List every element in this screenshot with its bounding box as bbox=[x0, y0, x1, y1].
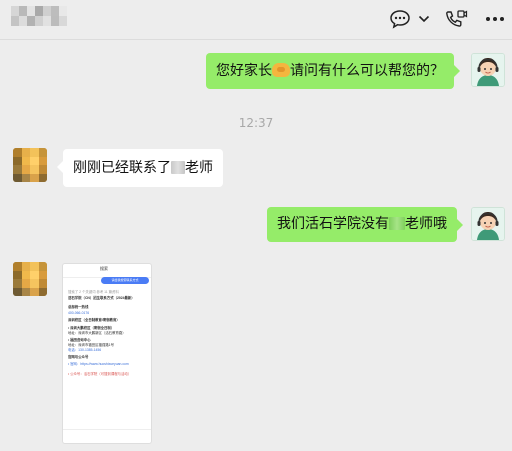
avatar-pixel bbox=[21, 262, 30, 271]
chevron-down-icon[interactable] bbox=[417, 8, 431, 30]
mosaic-cell bbox=[19, 6, 27, 16]
message-text: 老师哦 bbox=[405, 216, 447, 232]
mosaic-cell bbox=[27, 16, 35, 26]
image-text-line: • 官网：https://www.huoshixueyuan.com bbox=[68, 362, 129, 366]
image-text-line: • 福田咨询中心 bbox=[68, 338, 91, 342]
avatar-pixel bbox=[38, 279, 47, 288]
image-text-line: 活石学院（CN）招生联系方式（2024最新） bbox=[68, 296, 135, 300]
avatar-pixel bbox=[38, 148, 47, 157]
avatar-pixel bbox=[21, 173, 30, 182]
image-text-line: 地址：深圳市大鹏新区（活石教育路） bbox=[68, 331, 126, 335]
avatar-pixel bbox=[13, 173, 22, 182]
avatar-pixel bbox=[30, 148, 39, 157]
avatar-pixel bbox=[13, 165, 22, 174]
redacted-name bbox=[171, 161, 185, 174]
avatar-pixel bbox=[30, 279, 39, 288]
image-query-pill: 请给我搜索联系方式 bbox=[101, 277, 149, 284]
avatar-pixel bbox=[13, 279, 22, 288]
message-text: 刚刚已经联系了 bbox=[73, 160, 171, 176]
redacted-name bbox=[389, 217, 405, 230]
mosaic-cell bbox=[35, 6, 43, 16]
message-text: 我们活石学院没有 bbox=[277, 216, 389, 232]
image-text-line: 400-066-0176 bbox=[68, 311, 90, 315]
image-footer bbox=[63, 429, 151, 443]
avatar-pixel bbox=[21, 156, 30, 165]
image-title: 搜索 bbox=[100, 266, 108, 271]
agent-avatar-icon bbox=[472, 54, 504, 86]
avatar-pixel bbox=[30, 270, 39, 279]
image-text-line: • 深圳大鹏校区（寄宿全日制） bbox=[68, 326, 115, 330]
avatar-pixel bbox=[38, 173, 47, 182]
message-bubble-other[interactable]: 刚刚已经联系了 老师 bbox=[57, 149, 223, 187]
message-text: 您好家长 bbox=[216, 63, 272, 79]
avatar-pixel bbox=[38, 287, 47, 296]
image-text-line: 官网与公众号 bbox=[68, 355, 89, 359]
message-text: 老师 bbox=[185, 160, 213, 176]
mosaic-cell bbox=[11, 16, 19, 26]
avatar-pixel bbox=[21, 279, 30, 288]
image-header: 搜索 bbox=[63, 264, 151, 278]
mosaic-cell bbox=[59, 6, 67, 16]
mosaic-cell bbox=[11, 6, 19, 16]
avatar-pixel bbox=[13, 156, 22, 165]
message-bubble-self[interactable]: 您好家长 请问有什么可以帮您的？ bbox=[206, 53, 460, 89]
image-text-line: 总部统一热线 bbox=[68, 305, 89, 309]
avatar-pixel bbox=[21, 165, 30, 174]
mosaic-cell bbox=[19, 16, 27, 26]
image-text-line: 深圳校区（全日制教育/寄宿教育） bbox=[68, 318, 120, 322]
agent-avatar-icon bbox=[472, 208, 504, 240]
contact-avatar[interactable] bbox=[13, 262, 47, 296]
message-bubble-self[interactable]: 我们活石学院没有 老师哦 bbox=[267, 207, 463, 242]
mosaic-cell bbox=[27, 6, 35, 16]
message-timestamp: 12:37 bbox=[238, 116, 274, 130]
mosaic-cell bbox=[51, 6, 59, 16]
avatar-pixel bbox=[13, 270, 22, 279]
more-icon[interactable] bbox=[484, 8, 506, 30]
image-text-line: 搜索了 2 个关键词 参考 11 篇资料 bbox=[68, 290, 119, 294]
message-list[interactable]: 您好家长 请问有什么可以帮您的？ 12:37 刚刚已经联系了 老师 我们活石学院没有… bbox=[0, 41, 512, 451]
avatar-pixel bbox=[30, 262, 39, 271]
handshake-emoji bbox=[272, 63, 290, 77]
avatar-pixel bbox=[38, 262, 47, 271]
avatar-pixel bbox=[13, 287, 22, 296]
mosaic-cell bbox=[43, 6, 51, 16]
image-text-line: 地址：深圳市福田区福强路1号 bbox=[68, 343, 114, 347]
message-text: 请问有什么可以帮您的？ bbox=[290, 63, 444, 79]
avatar-pixel bbox=[30, 287, 39, 296]
mosaic-cell bbox=[35, 16, 43, 26]
avatar-pixel bbox=[30, 173, 39, 182]
avatar-pixel bbox=[38, 270, 47, 279]
avatar-pixel bbox=[21, 270, 30, 279]
avatar-pixel bbox=[38, 165, 47, 174]
avatar-pixel bbox=[38, 156, 47, 165]
mosaic-cell bbox=[59, 16, 67, 26]
self-avatar[interactable] bbox=[471, 207, 505, 241]
chat-bubble-icon[interactable] bbox=[389, 8, 411, 30]
image-text-line: 电话：130-1385-1456 bbox=[68, 348, 102, 352]
blurred-contact-name bbox=[11, 6, 67, 26]
mosaic-cell bbox=[43, 16, 51, 26]
chat-header bbox=[0, 0, 512, 40]
image-text-line: • 公众号：活石学院（可搜到课程与活动） bbox=[68, 372, 132, 376]
avatar-pixel bbox=[21, 148, 30, 157]
avatar-pixel bbox=[13, 262, 22, 271]
avatar-pixel bbox=[30, 165, 39, 174]
image-message[interactable]: 搜索 请给我搜索联系方式 搜索了 2 个关键词 参考 11 篇资料活石学院（CN… bbox=[62, 263, 152, 444]
avatar-pixel bbox=[21, 287, 30, 296]
avatar-pixel bbox=[13, 148, 22, 157]
contact-avatar[interactable] bbox=[13, 148, 47, 182]
phone-video-icon[interactable] bbox=[444, 8, 468, 30]
avatar-pixel bbox=[30, 156, 39, 165]
self-avatar[interactable] bbox=[471, 53, 505, 87]
mosaic-cell bbox=[51, 16, 59, 26]
